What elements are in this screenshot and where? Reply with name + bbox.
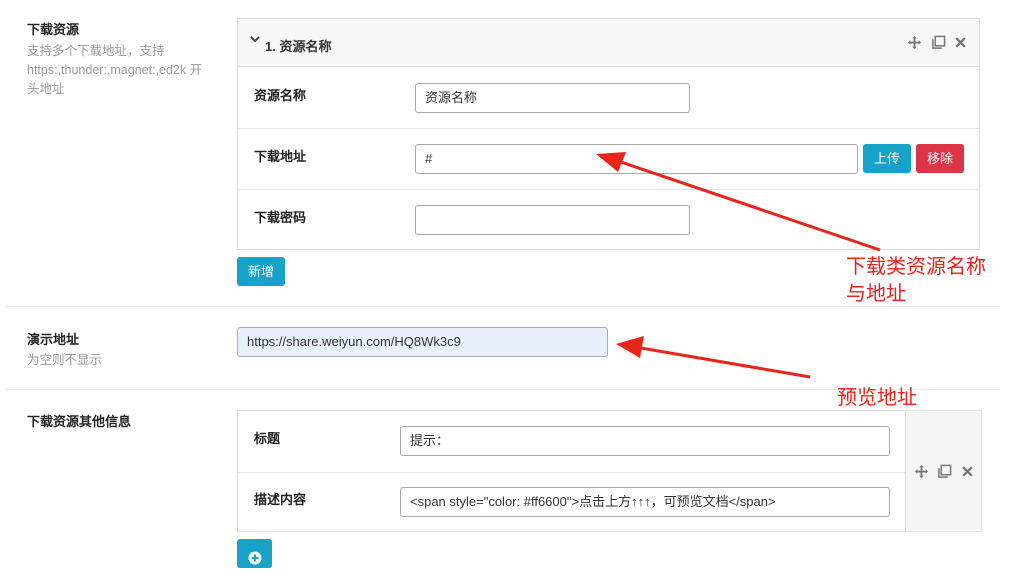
annotation-arrowhead-download <box>596 152 626 172</box>
annotation-preview-label: 预览地址 <box>837 387 917 409</box>
annotation-download-label: 下载类资源名称 与地址 <box>846 256 986 305</box>
annotation-arrow-download <box>614 158 881 252</box>
annotation-arrowhead-preview <box>616 336 644 358</box>
annotation-arrow-preview <box>634 345 811 379</box>
